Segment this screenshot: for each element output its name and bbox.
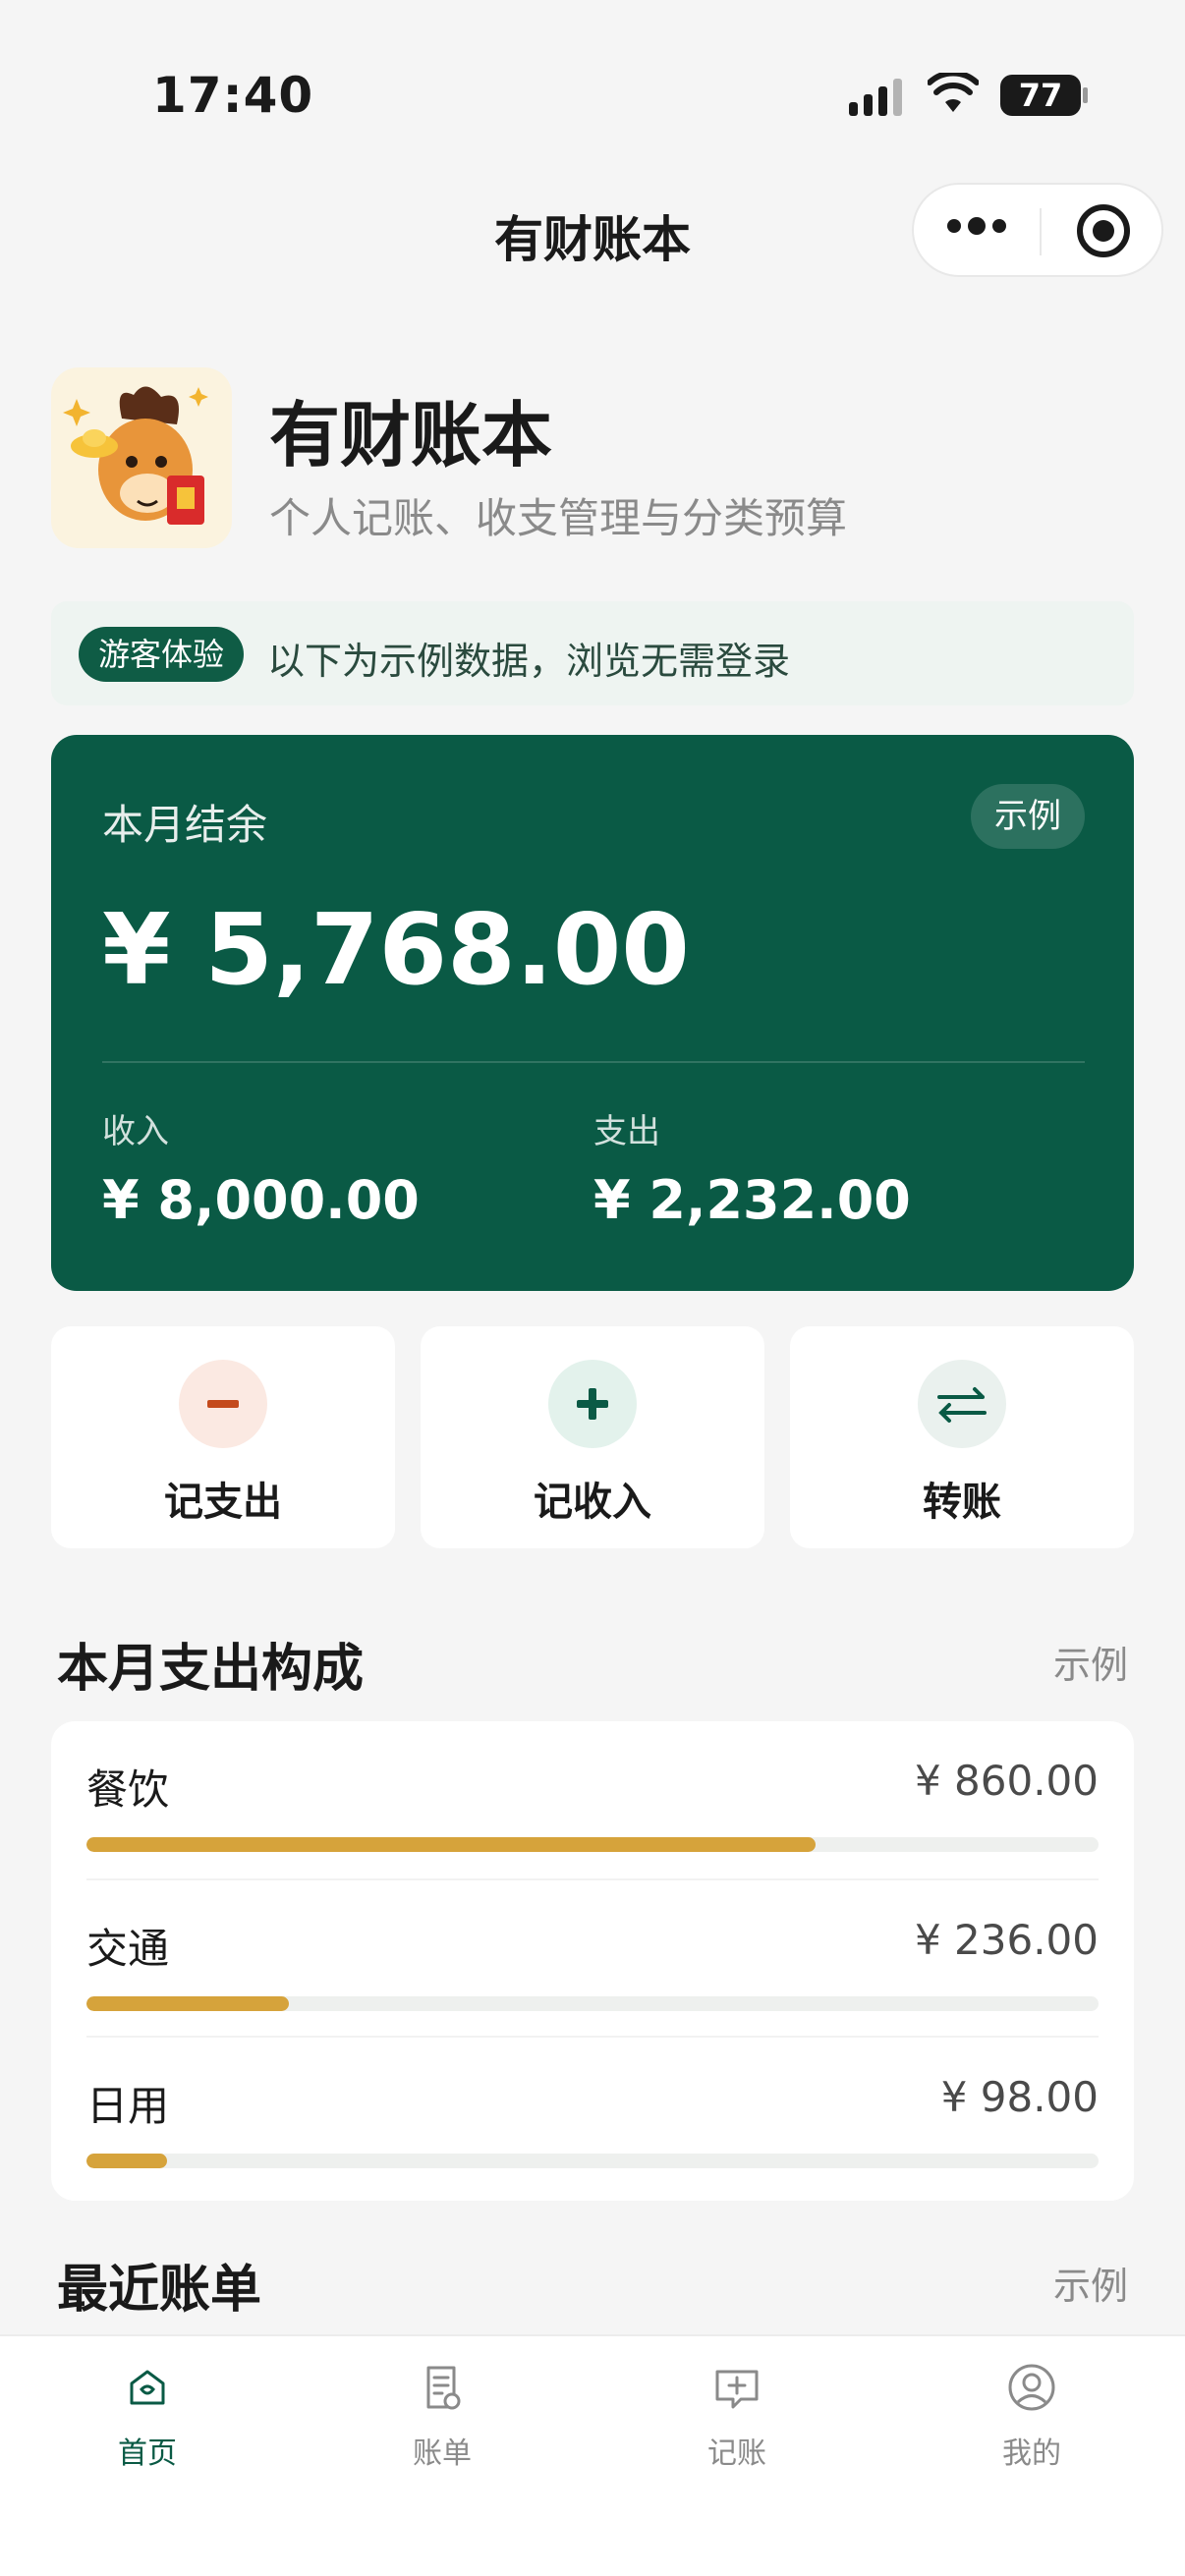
recent-bills-title: 最近账单	[57, 2261, 262, 2320]
income-label: 收入	[102, 1112, 169, 1151]
tab-record[interactable]: 记账	[639, 2360, 835, 2472]
income-value: ¥ 8,000.00	[102, 1169, 420, 1231]
status-bar: 17:40 77	[0, 0, 1185, 187]
guest-notice-text: 以下为示例数据，浏览无需登录	[267, 640, 791, 683]
app-description: 个人记账、收支管理与分类预算	[269, 494, 848, 542]
guest-notice: 游客体验 以下为示例数据，浏览无需登录	[51, 601, 1134, 705]
category-progress-fill	[86, 1837, 816, 1852]
app-name: 有财账本	[269, 394, 553, 476]
tab-home[interactable]: 首页	[49, 2360, 246, 2472]
balance-amount: ¥ 5,768.00	[102, 892, 690, 1007]
battery-tip	[1083, 87, 1088, 103]
category-name: 餐饮	[86, 1765, 170, 1814]
category-progress-fill	[86, 2154, 168, 2168]
battery-icon: 77	[1000, 75, 1081, 116]
mini-program-capsule	[912, 183, 1163, 277]
tab-profile[interactable]: 我的	[933, 2360, 1130, 2472]
breakdown-row[interactable]: 餐饮 ¥ 860.00	[86, 1721, 1099, 1878]
category-progress-fill	[86, 1996, 289, 2011]
breakdown-row[interactable]: 日用 ¥ 98.00	[86, 2036, 1099, 2193]
category-name: 日用	[86, 2082, 170, 2130]
category-name: 交通	[86, 1925, 170, 1973]
category-progress	[86, 1996, 1099, 2011]
status-time: 17:40	[152, 67, 314, 124]
signal-icon	[849, 79, 902, 116]
capsule-divider	[1040, 208, 1042, 255]
breakdown-title: 本月支出构成	[57, 1640, 365, 1699]
balance-card: 本月结余 示例 ¥ 5,768.00 收入 ¥ 8,000.00 支出 ¥ 2,…	[51, 735, 1134, 1291]
tab-home-label: 首页	[118, 2436, 177, 2471]
tab-bills-label: 账单	[413, 2436, 472, 2471]
breakdown-card: 餐饮 ¥ 860.00 交通 ¥ 236.00 日用 ¥ 98.00	[51, 1721, 1134, 2201]
close-target-icon[interactable]	[1077, 204, 1130, 257]
app-logo	[51, 367, 232, 548]
category-progress	[86, 1837, 1099, 1852]
record-icon	[715, 2370, 759, 2409]
profile-icon	[1008, 2364, 1055, 2411]
transfer-label: 转账	[923, 1480, 1001, 1525]
record-income-label: 记收入	[534, 1480, 651, 1525]
more-icon[interactable]	[947, 217, 1006, 235]
transfer-icon	[918, 1360, 1006, 1448]
category-value: ¥ 860.00	[914, 1757, 1099, 1805]
recent-sample-tag: 示例	[1052, 2265, 1128, 2308]
record-income-button[interactable]: 记收入	[421, 1326, 764, 1548]
transfer-button[interactable]: 转账	[790, 1326, 1134, 1548]
expense-value: ¥ 2,232.00	[593, 1169, 911, 1231]
tab-bills[interactable]: 账单	[344, 2360, 540, 2472]
guest-badge: 游客体验	[79, 627, 245, 682]
tab-record-label: 记账	[707, 2436, 766, 2471]
minus-icon	[179, 1360, 267, 1448]
breakdown-row[interactable]: 交通 ¥ 236.00	[86, 1878, 1099, 2036]
tab-profile-label: 我的	[1002, 2436, 1061, 2471]
bill-icon	[426, 2366, 461, 2410]
category-value: ¥ 98.00	[940, 2073, 1099, 2121]
category-value: ¥ 236.00	[914, 1916, 1099, 1964]
category-progress	[86, 2154, 1099, 2168]
home-icon	[130, 2370, 165, 2405]
balance-label: 本月结余	[102, 801, 268, 849]
balance-divider	[102, 1061, 1085, 1063]
plus-icon	[548, 1360, 637, 1448]
record-expense-label: 记支出	[164, 1480, 282, 1525]
sample-badge: 示例	[971, 784, 1085, 849]
record-expense-button[interactable]: 记支出	[51, 1326, 395, 1548]
expense-label: 支出	[593, 1112, 660, 1151]
breakdown-sample-tag: 示例	[1052, 1644, 1128, 1687]
wifi-icon	[928, 73, 979, 112]
tab-bar: 首页 账单 记账 我的	[0, 2334, 1185, 2576]
